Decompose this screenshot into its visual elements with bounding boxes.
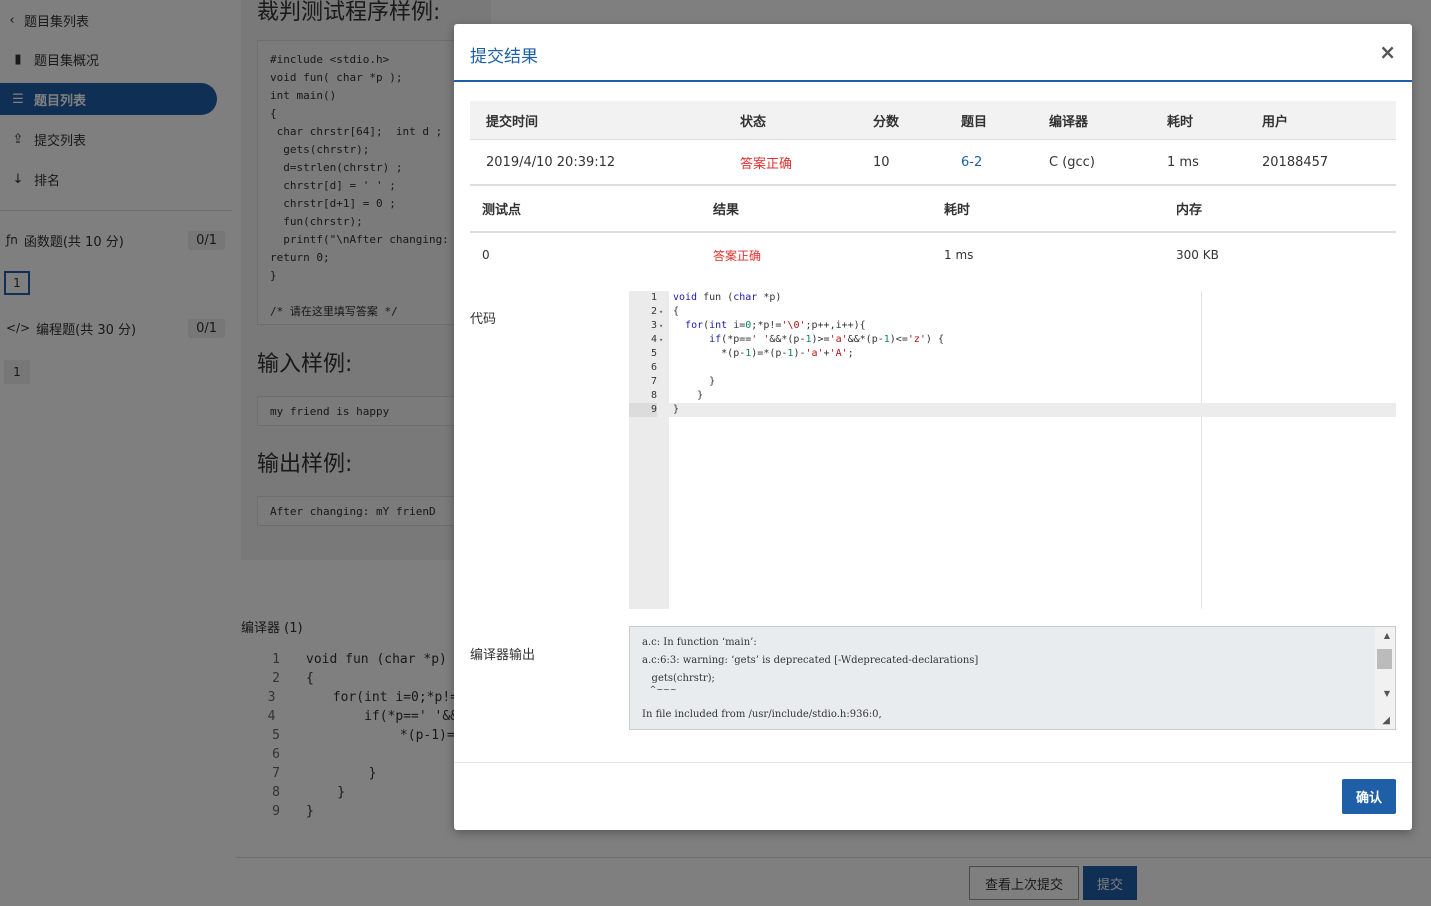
column-header: 题目: [961, 114, 988, 130]
column-header: 结果: [713, 203, 740, 218]
time-used: 1 ms: [1167, 154, 1199, 170]
confirm-button[interactable]: 确认: [1342, 779, 1396, 814]
column-header: 耗时: [1167, 114, 1194, 130]
column-header: 测试点: [482, 203, 522, 218]
test-time: 1 ms: [944, 248, 974, 262]
code-line: 2 ▾{: [650, 306, 680, 317]
status-badge: 答案正确: [740, 156, 793, 172]
compiler-output-line: ^~~~: [642, 685, 677, 694]
code-line: 1 void fun (char *p): [650, 292, 782, 303]
scroll-up-icon[interactable]: ▲: [1384, 631, 1390, 640]
problem-link[interactable]: 6-2: [961, 155, 982, 170]
column-header: 内存: [1176, 203, 1203, 218]
test-point-id: 0: [482, 248, 490, 262]
summary-table: 提交时间 状态 分数 题目 编译器 耗时 用户 2019/4/10 20:39:…: [470, 101, 1396, 186]
code-line: 8 }: [650, 390, 704, 401]
column-header: 提交时间: [486, 114, 539, 130]
compiler-output[interactable]: a.c: In function ‘main’: a.c:6:3: warnin…: [629, 626, 1396, 730]
submit-time: 2019/4/10 20:39:12: [486, 154, 616, 170]
modal-title: 提交结果: [470, 47, 538, 67]
code-line: 4 ▾ if(*p==' '&&*(p-1)>='a'&&*(p-1)<='z')…: [650, 334, 944, 345]
column-header: 状态: [740, 114, 767, 130]
user: 20188457: [1262, 154, 1329, 170]
table-row: 0 答案正确 1 ms 300 KB: [470, 233, 1396, 277]
table-row: 2019/4/10 20:39:12 答案正确 10 6-2 C (gcc) 1…: [470, 140, 1396, 186]
column-header: 编译器: [1049, 114, 1089, 130]
summary-table-header: 提交时间 状态 分数 题目 编译器 耗时 用户: [470, 101, 1396, 140]
code-line: 3 ▾ for(int i=0;*p!='\0';p++,i++){: [650, 320, 866, 331]
code-line-active: 9}: [629, 403, 1396, 417]
submission-result-modal: 提交结果 × 提交时间 状态 分数 题目 编译器 耗时 用户 2019/4/10…: [454, 24, 1412, 830]
modal-header: 提交结果 ×: [454, 24, 1412, 82]
column-header: 耗时: [944, 203, 971, 218]
code-line: 6: [650, 362, 657, 373]
test-table-header: 测试点 结果 耗时 内存: [470, 186, 1396, 233]
compiler: C (gcc): [1049, 154, 1095, 170]
compiler-output-line: a.c: In function ‘main’:: [642, 637, 757, 648]
score: 10: [873, 154, 890, 170]
scroll-down-icon[interactable]: ▼: [1384, 689, 1390, 698]
test-memory: 300 KB: [1176, 248, 1219, 262]
code-line: 5 *(p-1)=*(p-1)-'a'+'A';: [650, 348, 854, 359]
test-result: 答案正确: [713, 248, 762, 263]
compiler-output-label: 编译器输出: [470, 648, 536, 663]
code-label: 代码: [470, 312, 497, 327]
scrollbar[interactable]: ▲ ▼ ◢: [1375, 627, 1395, 729]
compiler-output-line: In file included from /usr/include/stdio…: [642, 709, 882, 720]
test-point-table: 测试点 结果 耗时 内存 0 答案正确 1 ms 300 KB: [470, 186, 1396, 277]
close-icon[interactable]: ×: [1379, 40, 1396, 64]
column-header: 分数: [873, 114, 900, 130]
compiler-output-line: a.c:6:3: warning: ‘gets’ is deprecated […: [642, 655, 979, 666]
code-viewer[interactable]: 1 void fun (char *p) 2 ▾{ 3 ▾ for(int i=0;*…: [629, 291, 1396, 609]
column-header: 用户: [1262, 114, 1289, 130]
resize-handle-icon[interactable]: ◢: [1382, 715, 1390, 726]
code-line: 7 }: [650, 376, 716, 387]
modal-footer-divider: [454, 762, 1412, 763]
scrollbar-thumb[interactable]: [1377, 649, 1392, 669]
compiler-output-line: gets(chrstr);: [642, 673, 715, 684]
